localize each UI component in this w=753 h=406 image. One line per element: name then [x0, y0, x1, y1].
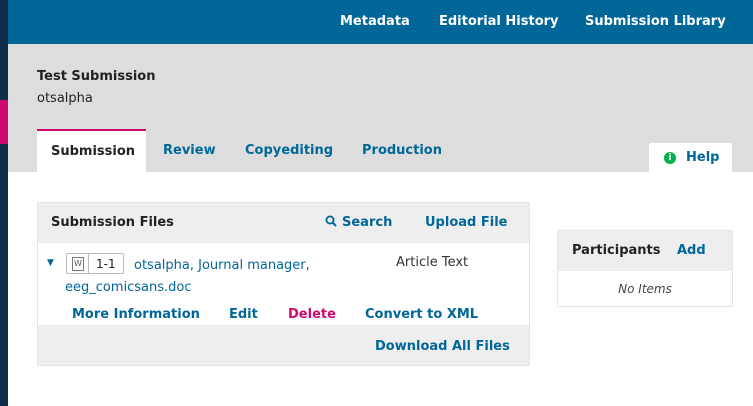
tab-copyediting[interactable]: Copyediting — [245, 143, 333, 158]
search-icon — [325, 215, 337, 227]
submission-files-header: Submission Files Search Upload File — [38, 203, 529, 243]
left-sidebar-rail — [0, 0, 8, 406]
submission-files-footer: Download All Files — [38, 325, 529, 365]
nav-metadata[interactable]: Metadata — [340, 14, 410, 29]
top-navigation: Metadata Editorial History Submission Li… — [8, 0, 753, 44]
search-button[interactable]: Search — [325, 215, 392, 230]
search-label: Search — [342, 215, 393, 230]
file-row: ▼ otsalpha, Journal manager, eeg_comicsa… — [38, 243, 529, 325]
expand-caret-icon[interactable]: ▼ — [47, 258, 54, 268]
file-genre: Article Text — [396, 255, 469, 270]
file-number: 1-1 — [96, 257, 116, 271]
upload-file-button[interactable]: Upload File — [425, 215, 507, 230]
submission-header: Test Submission otsalpha Submission Revi… — [8, 44, 753, 172]
tab-submission-label: Submission — [51, 144, 136, 159]
help-button[interactable]: i Help — [649, 143, 732, 172]
participants-header: Participants Add — [558, 231, 732, 271]
edit-button[interactable]: Edit — [229, 307, 258, 322]
file-type-badge: W 1-1 — [66, 253, 124, 274]
submission-author: otsalpha — [37, 91, 93, 106]
convert-to-xml-button[interactable]: Convert to XML — [365, 307, 478, 322]
more-information-button[interactable]: More Information — [72, 307, 200, 322]
participants-empty-text: No Items — [618, 282, 672, 296]
left-sidebar-accent — [0, 100, 8, 144]
delete-button[interactable]: Delete — [288, 307, 336, 322]
submission-title: Test Submission — [37, 69, 156, 84]
add-participant-button[interactable]: Add — [677, 243, 706, 258]
tab-production[interactable]: Production — [362, 143, 442, 158]
submission-files-title: Submission Files — [51, 215, 174, 230]
nav-editorial-history[interactable]: Editorial History — [439, 14, 559, 29]
nav-submission-library[interactable]: Submission Library — [585, 14, 726, 29]
badge-divider — [88, 254, 89, 273]
help-label: Help — [686, 150, 720, 165]
participants-panel: Participants Add No Items — [557, 230, 733, 307]
tab-submission[interactable]: Submission — [37, 129, 146, 172]
submission-files-panel: Submission Files Search Upload File ▼ ot… — [37, 202, 530, 366]
word-document-icon: W — [72, 257, 84, 271]
info-icon: i — [664, 152, 676, 164]
tab-review[interactable]: Review — [163, 143, 216, 158]
participants-title: Participants — [572, 243, 661, 258]
download-all-files-button[interactable]: Download All Files — [375, 339, 510, 354]
